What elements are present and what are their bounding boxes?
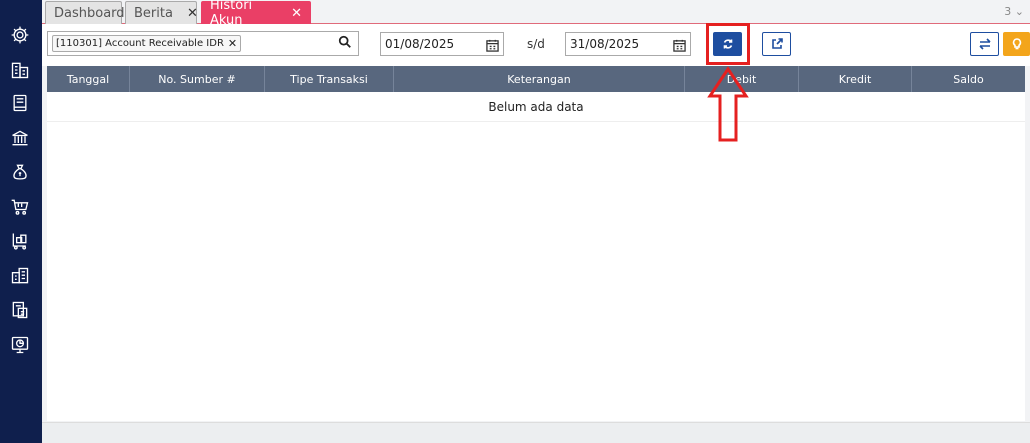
close-icon[interactable]: ✕ (291, 6, 302, 21)
export-icon (771, 38, 783, 49)
column-header[interactable]: Saldo (912, 66, 1025, 92)
tab-berita[interactable]: Berita ✕ (125, 1, 198, 24)
status-bar (42, 422, 1030, 443)
tax-document-icon[interactable] (9, 299, 31, 321)
refresh-icon (723, 39, 732, 49)
table-header: Tanggal No. Sumber # Tipe Transaksi Kete… (47, 66, 1025, 92)
close-icon[interactable]: ✕ (187, 6, 198, 21)
gear-icon[interactable] (9, 24, 31, 46)
column-header[interactable]: Kredit (799, 66, 912, 92)
date-from-input[interactable]: 01/08/2025 (380, 32, 504, 56)
account-chip: [110301] Account Receivable IDR ✕ (52, 35, 242, 52)
account-history-table: Tanggal No. Sumber # Tipe Transaksi Kete… (47, 66, 1025, 421)
tab-bar: Dashboard Berita ✕ Histori Akun ✕ 3 ⌄ (42, 0, 1030, 28)
column-header[interactable]: Tanggal (47, 66, 130, 92)
empty-state-message: Belum ada data (47, 92, 1025, 122)
column-header[interactable]: Tipe Transaksi (265, 66, 394, 92)
tab-histori-akun[interactable]: Histori Akun ✕ (201, 0, 311, 28)
search-icon[interactable] (338, 35, 354, 51)
date-range-separator: s/d (527, 37, 545, 51)
tab-dashboard[interactable]: Dashboard (45, 1, 125, 24)
column-header[interactable]: Keterangan (394, 66, 685, 92)
monitor-chart-icon[interactable] (9, 334, 31, 356)
report-icon[interactable] (9, 265, 31, 287)
tab-label: Dashboard (54, 5, 125, 21)
calendar-icon[interactable] (673, 37, 686, 52)
cart-icon[interactable] (9, 196, 31, 218)
tips-button[interactable] (1003, 32, 1030, 56)
trolley-icon[interactable] (9, 230, 31, 252)
book-icon[interactable] (9, 92, 31, 114)
tab-label: Berita (134, 5, 173, 21)
lightbulb-icon (1012, 38, 1021, 50)
account-chip-label: [110301] Account Receivable IDR (56, 38, 224, 49)
remove-chip-icon[interactable]: ✕ (228, 36, 237, 51)
swap-button[interactable] (970, 32, 999, 56)
column-header[interactable]: No. Sumber # (130, 66, 265, 92)
date-to-input[interactable]: 31/08/2025 (565, 32, 691, 56)
sidebar (0, 0, 42, 443)
account-select[interactable]: [110301] Account Receivable IDR ✕ (47, 31, 359, 56)
swap-icon (978, 38, 991, 50)
money-bag-icon[interactable] (9, 161, 31, 183)
export-button[interactable] (762, 32, 791, 56)
column-header[interactable]: Debit (685, 66, 799, 92)
filter-toolbar: [110301] Account Receivable IDR ✕ 01/08/… (42, 24, 1030, 66)
refresh-button[interactable] (713, 32, 742, 56)
tab-count-dropdown[interactable]: 3 ⌄ (1004, 5, 1024, 18)
building-icon[interactable] (9, 59, 31, 81)
bank-icon[interactable] (9, 127, 31, 149)
calendar-icon[interactable] (486, 37, 499, 52)
